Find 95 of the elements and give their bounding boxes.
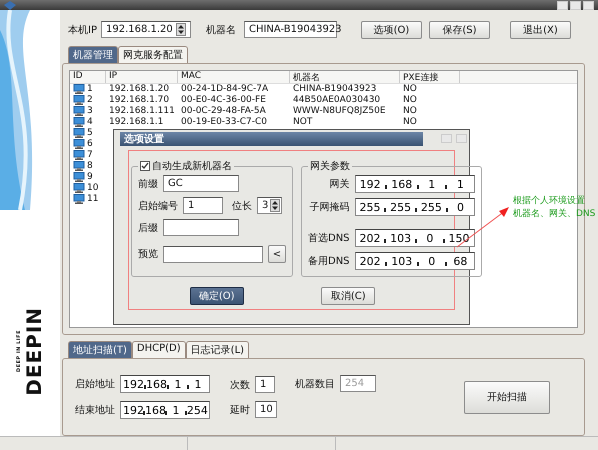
checkbox[interactable] — [140, 161, 150, 171]
field-label: 备用DNS — [308, 255, 350, 268]
computer-icon — [73, 139, 85, 150]
table-cell: 192.168.1.1 — [109, 117, 164, 128]
annotation-text: 机器名、网关、DNS — [513, 208, 596, 220]
computer-icon — [73, 106, 85, 116]
computer-icon — [73, 117, 85, 128]
table-cell: 44B50AE0A030430 — [293, 95, 380, 106]
preview-field[interactable] — [163, 246, 263, 262]
field-label: 本机IP — [68, 24, 97, 37]
table-cell: 5 — [87, 128, 93, 138]
column-header[interactable]: 机器名 — [290, 70, 400, 83]
computer-icon — [73, 128, 85, 138]
column-header[interactable]: MAC — [178, 70, 290, 83]
table-cell: 1 — [87, 84, 93, 94]
table-cell: NOT — [293, 117, 312, 128]
field-label: 后缀 — [138, 222, 158, 234]
table-cell: 11 — [87, 194, 98, 204]
brand-logo: DEEPIN — [24, 306, 44, 396]
field-label: 次数 — [230, 378, 250, 392]
ip-address-field[interactable]: 192 168 1 254 — [120, 401, 210, 419]
tab[interactable]: 机器管理 — [68, 46, 118, 63]
computer-icon — [73, 150, 85, 160]
table-cell: WWW-N8UFQ8JZ50E — [293, 106, 386, 116]
dialog-title: 选项设置 — [120, 132, 423, 146]
ip-address-field[interactable]: 192 168 1 1 — [354, 175, 475, 193]
field-label: 机器名 — [206, 24, 236, 37]
tab[interactable]: 地址扫描(T) — [68, 341, 132, 358]
ip-address-field[interactable]: 202 103 0 150 — [354, 229, 475, 247]
preview-button[interactable]: < — [268, 245, 286, 263]
checkbox-label: 自动生成新机器名 — [152, 160, 232, 173]
length-spinner[interactable]: 3 — [257, 197, 282, 214]
tab[interactable]: 网克服务配置 — [118, 46, 188, 63]
table-cell: NO — [403, 117, 417, 128]
table-cell: 192.168.1.20 — [109, 84, 170, 94]
table-cell: 4 — [87, 117, 93, 128]
start-number-field[interactable]: 1 — [183, 197, 223, 214]
computer-icon — [73, 172, 85, 182]
field-label: 位长 — [232, 200, 252, 212]
tab[interactable]: DHCP(D) — [132, 341, 186, 358]
table-cell: 00-0C-29-48-FA-5A — [181, 106, 266, 116]
column-header[interactable]: IP — [106, 70, 178, 83]
start-scan-button[interactable]: 开始扫描 — [464, 380, 550, 414]
computer-icon — [73, 194, 85, 204]
computer-icon — [73, 95, 85, 106]
column-header[interactable]: PXE连接 — [400, 70, 460, 83]
table-cell: 8 — [87, 161, 93, 172]
delay-field[interactable]: 10 — [255, 401, 277, 418]
table-cell: NO — [403, 84, 417, 94]
field-label: 首选DNS — [308, 232, 350, 245]
table-cell: 6 — [87, 139, 93, 150]
table-cell: NO — [403, 95, 417, 106]
ip-address-field[interactable]: 202 103 0 68 — [354, 252, 475, 270]
table-cell: CHINA-B19043923 — [293, 84, 376, 94]
table-cell: 00-E0-4C-36-00-FE — [181, 95, 266, 106]
field-label: 结束地址 — [75, 404, 115, 417]
suffix-field[interactable] — [163, 219, 239, 236]
field-label: 机器数目 — [295, 378, 335, 390]
group-title: 网关参数 — [310, 160, 350, 173]
table-cell: 3 — [87, 106, 93, 116]
table-cell: 10 — [87, 183, 98, 194]
annotation-text: 根据个人环境设置 — [513, 194, 586, 207]
tab[interactable]: 日志记录(L) — [186, 341, 250, 358]
field-label: 前缀 — [138, 178, 158, 190]
prefix-field[interactable]: GC — [163, 175, 239, 192]
toolbar-button[interactable]: 选项(O) — [360, 20, 422, 39]
table-cell: 2 — [87, 95, 93, 106]
computer-icon — [73, 183, 85, 194]
column-header[interactable]: ID — [70, 70, 106, 83]
field-label: 网关 — [330, 178, 350, 191]
field-label: 子网掩码 — [310, 201, 350, 214]
table-cell: 192.168.1.111 — [109, 106, 175, 116]
dialog-button[interactable]: 确定(O) — [190, 287, 244, 305]
ip-address-field[interactable]: 192 168 1 1 — [120, 375, 210, 393]
spinner-icon[interactable] — [272, 201, 278, 210]
count-field[interactable]: 1 — [255, 376, 275, 393]
table-cell: 7 — [87, 150, 93, 160]
field-label: 延时 — [230, 404, 250, 416]
spinner-icon[interactable] — [178, 25, 184, 34]
table-cell: 00-19-E0-33-C7-C0 — [181, 117, 268, 128]
table-cell: 00-24-1D-84-9C-7A — [181, 84, 268, 94]
table-cell: NO — [403, 106, 417, 116]
dialog-button[interactable]: 取消(C) — [321, 287, 376, 305]
ip-dropdown[interactable]: 192.168.1.20 — [100, 21, 191, 38]
machine-count-field: 254 — [340, 375, 376, 392]
computer-icon — [73, 84, 85, 94]
table-cell: 192.168.1.70 — [109, 95, 170, 106]
table-cell: 9 — [87, 172, 93, 182]
ip-address-field[interactable]: 255 255 255 0 — [354, 198, 475, 216]
toolbar-button[interactable]: 保存(S) — [428, 20, 490, 39]
field-label: 启始地址 — [75, 378, 115, 391]
field-label: 预览 — [138, 248, 158, 261]
toolbar-button[interactable]: 退出(X) — [510, 20, 571, 39]
computer-icon — [73, 161, 85, 172]
field-label: 启始编号 — [138, 200, 178, 212]
